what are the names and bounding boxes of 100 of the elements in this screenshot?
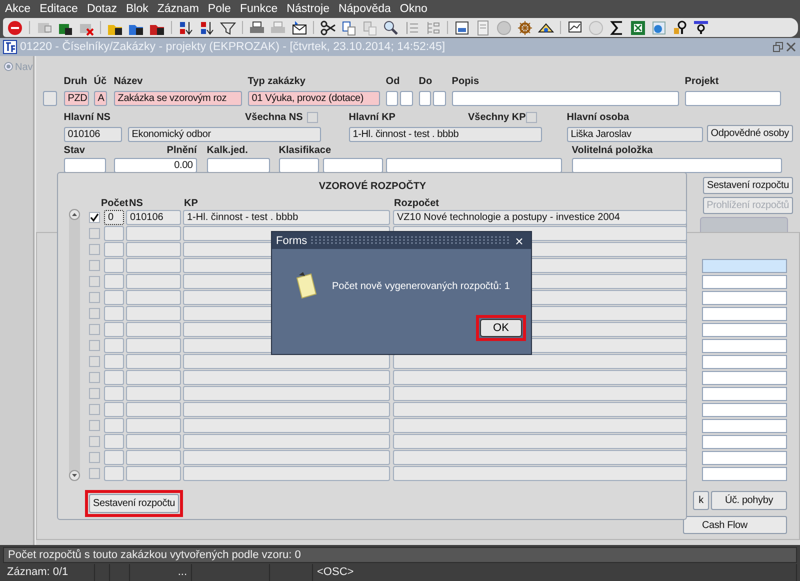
table-cell[interactable]: 1-Hl. činnost - test . bbbb [183,210,390,224]
action-button[interactable]: Úč. pohyby [710,491,787,510]
list-field[interactable] [702,355,787,369]
list-field[interactable] [702,323,787,337]
input-field[interactable]: 1-Hl. činnost - test . bbbb [348,127,542,142]
checkbox[interactable] [89,292,100,302]
table-cell[interactable] [183,354,390,368]
ok-button[interactable]: OK [480,319,522,337]
exit-icon[interactable] [7,20,23,36]
table-cell[interactable] [104,306,124,320]
input-field[interactable]: PZD [64,91,89,106]
checkbox[interactable] [306,112,318,122]
table-cell[interactable] [104,450,124,464]
table-cell[interactable] [183,466,390,480]
close-icon[interactable] [786,42,796,52]
input-field[interactable] [322,158,383,173]
sigma-icon[interactable] [609,20,625,36]
input-field[interactable]: Liška Jaroslav [566,127,703,142]
table-cell[interactable] [104,242,124,256]
table-cell[interactable] [126,402,181,416]
table-cell[interactable]: 010106 [126,210,181,224]
checkbox[interactable] [89,356,100,366]
form-icon[interactable] [454,20,470,36]
input-field[interactable] [684,91,781,106]
printer-icon[interactable] [249,20,265,36]
input-field[interactable] [432,91,446,106]
close-button[interactable]: × [515,234,524,248]
envelope-icon[interactable] [291,20,307,36]
input-field[interactable] [400,91,413,106]
table-cell[interactable] [126,466,181,480]
checkbox[interactable] [89,324,100,334]
table-cell[interactable] [393,466,687,480]
table-cell[interactable] [104,354,124,368]
checkbox[interactable] [89,308,100,318]
table-cell[interactable] [126,354,181,368]
cash-flow-button[interactable]: Cash Flow [682,516,787,534]
tab[interactable] [700,217,788,232]
input-field[interactable]: 010106 [64,127,122,142]
table-cell[interactable] [183,450,390,464]
checkbox[interactable] [89,372,100,382]
menu-item[interactable]: Blok [126,3,148,15]
input-field[interactable]: Zakázka se vzorovým roz [114,91,242,106]
list-field[interactable] [702,419,787,433]
checkbox[interactable] [89,212,100,222]
build-budget-button[interactable]: Sestavení rozpočtu [89,494,180,513]
sort-descending-icon[interactable] [199,20,215,36]
table-cell[interactable] [126,370,181,384]
input-field[interactable]: 01 Výuka, provoz (dotace) [248,91,380,106]
list-field[interactable] [702,291,787,305]
table-cell[interactable] [183,386,390,400]
spreadsheet-icon[interactable] [630,20,646,36]
menu-item[interactable]: Dotaz [86,3,117,15]
search-icon[interactable] [383,20,399,36]
table-cell[interactable] [104,338,124,352]
copy-icon[interactable] [341,20,357,36]
input-field[interactable] [452,91,679,106]
table-cell[interactable] [104,322,124,336]
table-cell[interactable] [104,258,124,272]
table-cell[interactable] [393,386,687,400]
input-field[interactable]: A [94,91,107,106]
chart-icon[interactable] [567,20,583,36]
table-cell[interactable] [126,306,181,320]
table-cell[interactable] [393,450,687,464]
input-field[interactable] [64,158,106,173]
menu-item[interactable]: Záznam [157,3,199,15]
checkbox[interactable] [89,420,100,430]
table-cell[interactable] [183,434,390,448]
menu-item[interactable]: Akce [5,3,31,15]
list-field[interactable] [702,451,787,465]
table-cell[interactable] [393,370,687,384]
list-field[interactable] [702,275,787,289]
table-cell[interactable] [104,386,124,400]
checkbox[interactable] [89,404,100,414]
list-field[interactable] [702,467,787,481]
table-cell[interactable] [183,402,390,416]
table-cell[interactable] [126,242,181,256]
table-cell[interactable] [104,274,124,288]
wheel-icon[interactable] [517,20,533,36]
checkbox[interactable] [89,260,100,270]
list-field[interactable] [702,371,787,385]
checkbox[interactable] [89,452,100,462]
table-cell[interactable] [104,434,124,448]
filter-icon[interactable] [220,20,236,36]
responsible-persons-button[interactable]: Odpovědné osoby [706,125,793,142]
scroll-down-icon[interactable] [69,470,80,481]
list-field[interactable] [702,387,787,401]
table-cell[interactable] [104,466,124,480]
browser-icon[interactable] [651,20,667,36]
input-field[interactable] [418,91,431,106]
list-field[interactable] [702,307,787,321]
table-cell[interactable] [393,418,687,432]
table-cell[interactable] [183,370,390,384]
menu-item[interactable]: Funkce [240,3,278,15]
checkbox[interactable] [526,112,537,122]
table-cell[interactable] [126,418,181,432]
input-field[interactable]: 0.00 [114,158,197,173]
menu-item[interactable]: Pole [208,3,231,15]
menu-item[interactable]: Nástroje [286,3,330,15]
list-field[interactable] [702,339,787,353]
table-cell[interactable] [126,258,181,272]
